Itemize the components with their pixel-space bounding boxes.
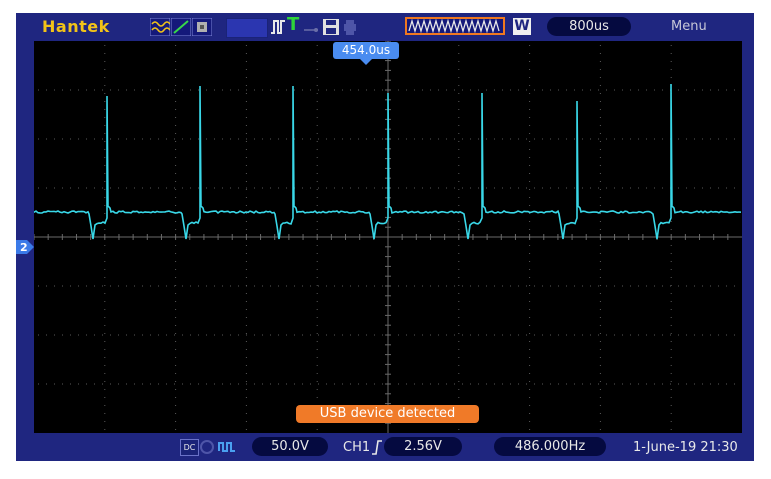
print-icon[interactable]: [342, 18, 358, 36]
link-icon: [303, 18, 319, 36]
top-toolbar: Hantek T W 800us Menu: [16, 13, 754, 41]
bandwidth-limit-icon[interactable]: [200, 440, 214, 454]
cursor-icon[interactable]: [192, 18, 212, 36]
channel-marker-label: 2: [20, 241, 28, 254]
bottom-status-bar: DC 50.0V CH1 2.56V 486.000Hz 1-June-19 2…: [16, 433, 754, 461]
menu-button[interactable]: Menu: [671, 19, 707, 34]
oscilloscope-screen: Hantek T W 800us Menu 454.0us 2 USB devi…: [16, 13, 754, 461]
display-mode-box[interactable]: [226, 18, 268, 38]
status-message: USB device detected: [296, 405, 479, 423]
volts-div-readout[interactable]: 50.0V: [252, 437, 328, 456]
graticule: [34, 41, 742, 433]
trigger-position-marker[interactable]: 454.0us: [333, 42, 399, 59]
trigger-icon[interactable]: T: [287, 14, 299, 35]
signal-wave-icon[interactable]: [150, 18, 170, 36]
channel-2-trace: [34, 84, 741, 239]
channel-marker-icon[interactable]: 2: [16, 240, 34, 254]
brand-logo: Hantek: [42, 17, 110, 36]
trigger-pulse-icon[interactable]: [270, 18, 286, 36]
frequency-readout: 486.000Hz: [494, 437, 606, 456]
w-icon[interactable]: W: [513, 18, 531, 35]
datetime-label: 1-June-19 21:30: [633, 440, 738, 455]
timebase-readout[interactable]: 800us: [547, 17, 631, 36]
trigger-position-pointer-icon: [360, 59, 372, 66]
coupling-dc-icon[interactable]: DC: [180, 439, 199, 456]
probe-icon[interactable]: [218, 439, 236, 453]
trigger-level-readout[interactable]: 2.56V: [384, 437, 462, 456]
rising-edge-icon[interactable]: [371, 439, 383, 455]
ramp-icon[interactable]: [171, 18, 191, 36]
waveform-display: [34, 41, 742, 433]
save-icon[interactable]: [322, 18, 340, 36]
trigger-channel-label: CH1: [343, 440, 370, 455]
waveform-zoom-icon[interactable]: [405, 17, 505, 35]
